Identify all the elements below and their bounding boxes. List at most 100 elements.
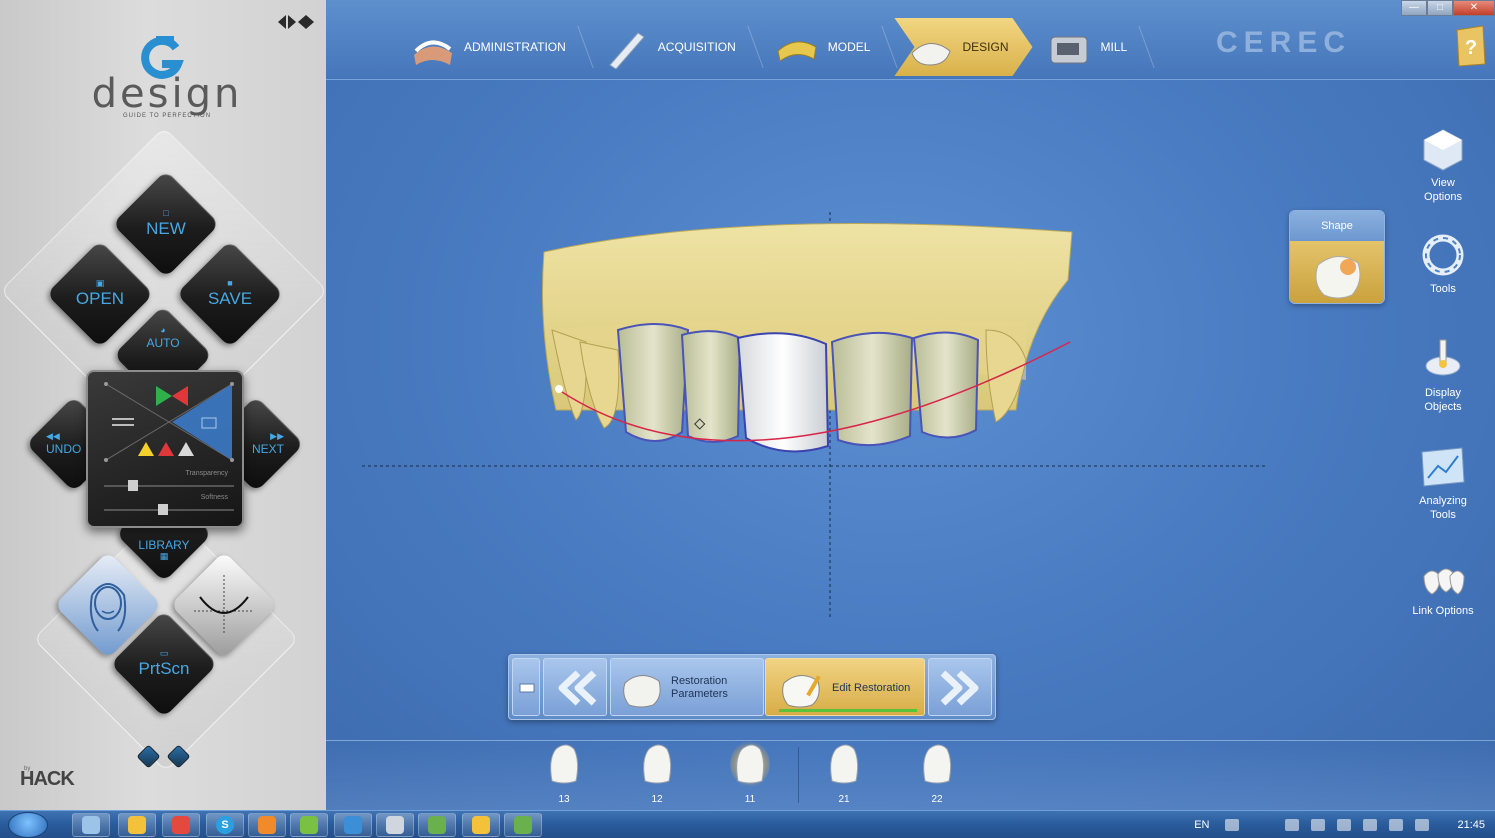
workflow-step-acquisition[interactable]: ACQUISITION <box>590 18 764 76</box>
tooth-number: 11 <box>744 794 756 805</box>
clock[interactable]: 21:45 <box>1457 819 1485 831</box>
next-phase-button[interactable] <box>928 658 992 716</box>
maximize-button[interactable]: □ <box>1427 0 1453 16</box>
analyzing-tools-icon <box>1421 447 1465 487</box>
chrome-app-icon <box>172 816 190 834</box>
tooth-22-model <box>912 331 980 439</box>
workflow-bar: ADMINISTRATION ACQUISITION MODEL DESIGN MILL… <box>326 0 1495 80</box>
tooth-selector-13[interactable]: 13 <box>534 741 594 805</box>
project-app-icon <box>428 816 446 834</box>
shape-tool-card[interactable]: Shape <box>1289 210 1385 304</box>
new-file-icon: □ <box>163 208 169 218</box>
workflow-step-administration[interactable]: ADMINISTRATION <box>396 18 594 76</box>
auto-icon: ◕ <box>160 325 166 335</box>
double-chevron-left-icon <box>558 670 597 706</box>
taskbar-cerec-app[interactable] <box>376 813 414 837</box>
view-options-button[interactable]: View Options <box>1411 126 1475 204</box>
taskbar-project-app[interactable] <box>418 813 456 837</box>
restoration-parameters-step[interactable]: Restoration Parameters <box>610 658 764 716</box>
language-indicator[interactable]: EN <box>1194 819 1209 831</box>
transparency-slider-thumb <box>128 480 138 491</box>
print-screen-button[interactable]: ▭ PrtScn <box>110 610 218 718</box>
workflow-steps: ADMINISTRATION ACQUISITION MODEL DESIGN MILL <box>396 18 1155 76</box>
tooth-icon <box>736 744 765 784</box>
start-button[interactable] <box>8 812 48 838</box>
skype-icon: S <box>216 816 234 834</box>
tooth-selector-12[interactable]: 12 <box>627 741 687 805</box>
softness-slider-thumb <box>158 504 168 515</box>
workflow-step-design[interactable]: DESIGN <box>894 18 1032 76</box>
windows-taskbar: S EN 21:45 <box>0 810 1495 838</box>
explorer-app-icon <box>82 816 100 834</box>
close-button[interactable]: ✕ <box>1453 0 1495 16</box>
taskbar-chrome-app[interactable] <box>162 813 200 837</box>
left-control-panel: design GUIDE TO PERFECTION □ NEW ▣ OPEN … <box>0 0 326 810</box>
open-folder-icon: ▣ <box>95 278 105 288</box>
taskbar-smiley-app-2[interactable] <box>462 813 500 837</box>
volume-tray-icon[interactable] <box>1389 819 1404 831</box>
update-tray-icon[interactable] <box>1415 819 1430 831</box>
edit-restoration-icon <box>782 675 821 708</box>
phase-bar-toggle[interactable] <box>512 658 540 716</box>
taskbar-project-app-2[interactable] <box>504 813 542 837</box>
shade-control-pad[interactable]: Transparency Softness <box>86 370 244 528</box>
collapse-panel-icon[interactable] <box>276 14 316 30</box>
system-tray: EN 21:45 <box>1194 811 1485 838</box>
tooth-selector-21[interactable]: 21 <box>814 741 874 805</box>
curve-handle <box>555 385 563 393</box>
design-phase-bar: Restoration Parameters Edit Restoration <box>508 654 996 720</box>
hack-logo: HACK <box>20 768 75 790</box>
workflow-step-label: MODEL <box>827 40 871 54</box>
cerec-app-icon <box>386 816 404 834</box>
undo-arrow-icon: ◀◀ <box>46 431 60 441</box>
workflow-step-mill[interactable]: MILL <box>1033 18 1155 76</box>
softness-slider-label: Softness <box>200 494 228 501</box>
link-options-button[interactable]: Link Options <box>1411 560 1475 618</box>
double-chevron-right-icon <box>940 670 979 706</box>
signal-tray-icon[interactable] <box>1363 819 1378 831</box>
workflow-step-label: DESIGN <box>962 40 1009 54</box>
taskbar-blue-app[interactable] <box>334 813 372 837</box>
keyboard-tray-icon[interactable] <box>1225 819 1240 831</box>
tooth-selector-22[interactable]: 22 <box>907 741 967 805</box>
workflow-step-label: ADMINISTRATION <box>464 40 566 54</box>
tooth-icon <box>550 744 579 784</box>
tooth-selection-strip: 13 12 11 21 22 <box>326 740 1495 810</box>
taskbar-explorer-app[interactable] <box>72 813 110 837</box>
workflow-step-label: MILL <box>1100 40 1128 54</box>
smiley-app-2-icon <box>472 816 490 834</box>
taskbar-smiley-app[interactable] <box>118 813 156 837</box>
model-icon <box>777 41 817 62</box>
tooth-icon <box>643 744 672 784</box>
mill-icon <box>1050 36 1087 64</box>
analyzing-tools-button[interactable]: Analyzing Tools <box>1411 444 1475 522</box>
next-arrow-icon: ▶▶ <box>270 431 284 441</box>
network-tray-icon[interactable] <box>1285 819 1300 831</box>
shape-card-title: Shape <box>1290 211 1384 241</box>
taskbar-media-app[interactable] <box>248 813 286 837</box>
edit-restoration-step[interactable]: Edit Restoration <box>765 658 925 716</box>
taskbar-skype-app[interactable]: S <box>206 813 244 837</box>
help-icon[interactable]: ? <box>1453 24 1489 68</box>
save-disk-icon: ■ <box>227 278 233 288</box>
tooth-number: 21 <box>838 794 850 805</box>
tools-button[interactable]: Tools <box>1411 232 1475 296</box>
active-step-indicator <box>779 709 917 712</box>
tooth-selector-11[interactable]: 11 <box>720 741 780 805</box>
previous-phase-button[interactable] <box>543 658 607 716</box>
battery-tray-icon[interactable] <box>1337 819 1352 831</box>
library-icon: ▦ <box>159 551 169 561</box>
logo-tagline: GUIDE TO PERFECTION <box>122 113 212 119</box>
cerec-brand: CEREC <box>1216 26 1352 59</box>
flag-tray-icon[interactable] <box>1311 819 1326 831</box>
cube-icon <box>1423 129 1463 171</box>
ring-tools-icon <box>1422 234 1464 276</box>
3d-viewport[interactable]: Shape View Options Tools Display Objects <box>326 80 1495 810</box>
minimize-button[interactable]: — <box>1401 0 1427 16</box>
tooth-number: 22 <box>931 794 943 805</box>
linked-teeth-icon <box>1423 568 1465 595</box>
display-objects-button[interactable]: Display Objects <box>1411 336 1475 414</box>
green-app-icon <box>300 816 318 834</box>
taskbar-green-app[interactable] <box>290 813 328 837</box>
workflow-step-model[interactable]: MODEL <box>760 18 899 76</box>
